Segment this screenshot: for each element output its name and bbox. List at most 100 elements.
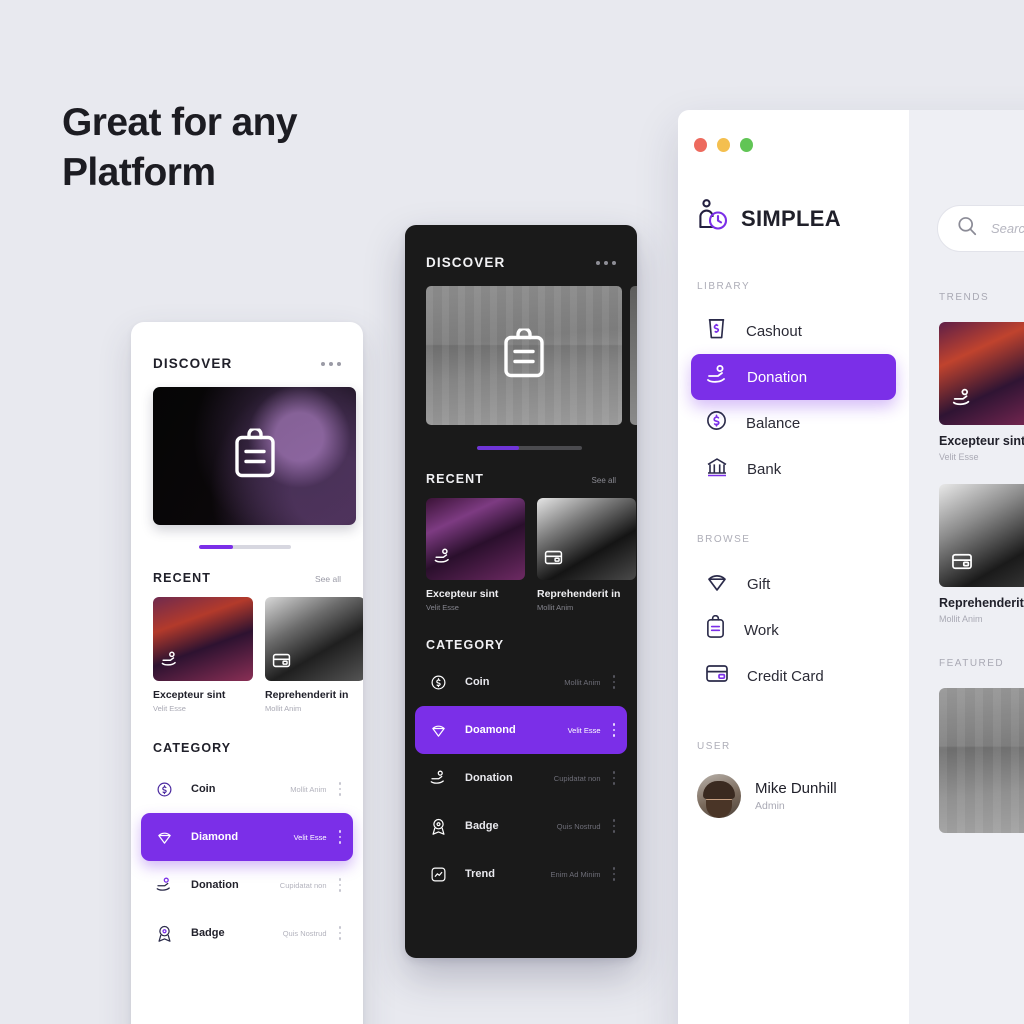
search-icon	[956, 215, 978, 242]
category-row-trend[interactable]: Trend Enim Ad Minim	[415, 850, 627, 898]
close-button[interactable]	[694, 138, 707, 152]
zoom-button[interactable]	[740, 138, 753, 152]
category-name: Donation	[191, 879, 239, 891]
light-hero-card[interactable]	[153, 387, 356, 525]
donation-icon	[427, 769, 449, 787]
list-item[interactable]	[939, 688, 1024, 833]
brand[interactable]: SIMPLEA	[678, 152, 909, 239]
row-menu-icon[interactable]	[612, 867, 615, 881]
category-row-badge[interactable]: Badge Quis Nostrud	[141, 909, 353, 957]
category-name: Badge	[191, 927, 225, 939]
donation-icon	[433, 547, 452, 571]
sidebar-item-donation[interactable]: Donation	[691, 354, 896, 400]
list-item[interactable]: Reprehenderit in Mollit Anim	[265, 597, 363, 713]
category-row-donation[interactable]: Donation Cupidatat non	[415, 754, 627, 802]
row-menu-icon[interactable]	[612, 723, 615, 737]
light-category-header: CATEGORY	[131, 741, 363, 755]
sidebar-item-balance[interactable]: Balance	[691, 400, 896, 446]
category-row-diamond[interactable]: Doamond Velit Esse	[415, 706, 627, 754]
category-name: Diamond	[191, 831, 239, 843]
category-meta: Velit Esse	[567, 725, 601, 735]
sidebar-item-label: Credit Card	[747, 667, 824, 685]
light-recent-sub-1: Velit Esse	[153, 704, 186, 713]
donation-icon	[705, 363, 729, 392]
avatar	[697, 774, 741, 818]
user-role: Admin	[755, 800, 785, 812]
category-name: Coin	[465, 676, 490, 688]
dark-category-list: Coin Mollit Anim Doamond Velit Esse Dona…	[405, 658, 637, 898]
light-discover-title: DISCOVER	[153, 356, 233, 371]
clipboard-icon	[234, 426, 276, 484]
main-panel: Search... TRENDS Excepteur sint Velit Es…	[909, 110, 1024, 1024]
more-horizontal-icon[interactable]	[596, 260, 616, 265]
user-profile[interactable]: Mike Dunhill Admin	[678, 774, 909, 818]
panel-title-trends: TRENDS	[939, 292, 990, 303]
dark-recent-grid: Excepteur sint Velit Esse Reprehenderit …	[405, 498, 637, 612]
trends-title-1: Excepteur sint	[939, 434, 1024, 448]
light-recent-see-all[interactable]: See all	[315, 574, 341, 584]
light-recent-thumb-2[interactable]	[265, 597, 363, 681]
sidebar-item-cashout[interactable]: Cashout	[691, 308, 896, 354]
row-menu-icon[interactable]	[338, 782, 341, 796]
sidebar-item-gift[interactable]: Gift	[691, 561, 896, 607]
dark-recent-see-all[interactable]: See all	[592, 476, 616, 485]
diamond-icon	[705, 570, 729, 599]
clipboard-icon	[705, 614, 726, 645]
dark-recent-thumb-1[interactable]	[426, 498, 525, 580]
featured-thumb-1[interactable]	[939, 688, 1024, 833]
light-carousel-pager[interactable]	[199, 545, 291, 549]
category-name: Badge	[465, 820, 499, 832]
list-item[interactable]: Excepteur sint Velit Esse	[426, 498, 525, 612]
list-item[interactable]: Reprehenderit in Mollit Anim	[537, 498, 636, 612]
dark-hero-card-next[interactable]	[630, 286, 637, 425]
row-menu-icon[interactable]	[612, 675, 615, 689]
light-recent-thumb-1[interactable]	[153, 597, 253, 681]
category-meta: Velit Esse	[293, 832, 327, 842]
more-horizontal-icon[interactable]	[321, 361, 341, 366]
credit-card-icon	[705, 663, 729, 689]
light-recent-sub-2: Mollit Anim	[265, 704, 302, 713]
list-item[interactable]: Excepteur sint Velit Esse	[939, 322, 1024, 462]
sidebar-item-label: Donation	[747, 368, 808, 386]
dark-recent-thumb-2[interactable]	[537, 498, 636, 580]
category-row-badge[interactable]: Badge Quis Nostrud	[415, 802, 627, 850]
search-input[interactable]: Search...	[991, 221, 1024, 236]
person-clock-icon	[696, 198, 728, 239]
phone-mockup-light: DISCOVER RECENT See all Excepteur sint V…	[131, 322, 363, 1024]
dark-recent-title: RECENT	[426, 472, 484, 486]
dark-recent-title-2: Reprehenderit in	[537, 588, 621, 600]
minimize-button[interactable]	[717, 138, 730, 152]
category-row-donation[interactable]: Donation Cupidatat non	[141, 861, 353, 909]
coin-icon	[427, 674, 449, 691]
category-meta: Mollit Anim	[564, 677, 601, 687]
sidebar-item-work[interactable]: Work	[691, 607, 896, 653]
category-row-diamond[interactable]: Diamond Velit Esse	[141, 813, 353, 861]
row-menu-icon[interactable]	[338, 830, 341, 844]
row-menu-icon[interactable]	[338, 878, 341, 892]
dark-recent-sub-1: Velit Esse	[426, 603, 459, 612]
search-bar[interactable]: Search...	[937, 205, 1024, 252]
list-item[interactable]: Excepteur sint Velit Esse	[153, 597, 253, 713]
category-row-coin[interactable]: Coin Mollit Anim	[415, 658, 627, 706]
category-row-coin[interactable]: Coin Mollit Anim	[141, 765, 353, 813]
trends-thumb-2[interactable]	[939, 484, 1024, 587]
row-menu-icon[interactable]	[612, 771, 615, 785]
donation-icon	[153, 876, 175, 894]
desktop-mockup: SIMPLEA LIBRARY Cashout Donation Balance…	[678, 110, 1024, 1024]
dark-carousel-pager[interactable]	[477, 446, 582, 450]
light-recent-title-1: Excepteur sint	[153, 689, 226, 701]
row-menu-icon[interactable]	[338, 926, 341, 940]
category-meta: Cupidatat non	[279, 880, 327, 890]
sidebar-item-bank[interactable]: Bank	[691, 446, 896, 492]
sidebar-item-credit-card[interactable]: Credit Card	[691, 653, 896, 699]
sidebar-item-label: Bank	[747, 460, 782, 478]
row-menu-icon[interactable]	[612, 819, 615, 833]
dark-hero-carousel[interactable]	[405, 286, 637, 425]
category-name: Donation	[465, 772, 513, 784]
light-hero-carousel[interactable]	[131, 387, 363, 525]
dark-hero-card[interactable]	[426, 286, 622, 425]
list-item[interactable]: Reprehenderit in Mollit Anim	[939, 484, 1024, 624]
page-title: Great for any Platform	[62, 101, 298, 194]
category-meta: Cupidatat non	[553, 773, 601, 783]
trends-thumb-1[interactable]	[939, 322, 1024, 425]
